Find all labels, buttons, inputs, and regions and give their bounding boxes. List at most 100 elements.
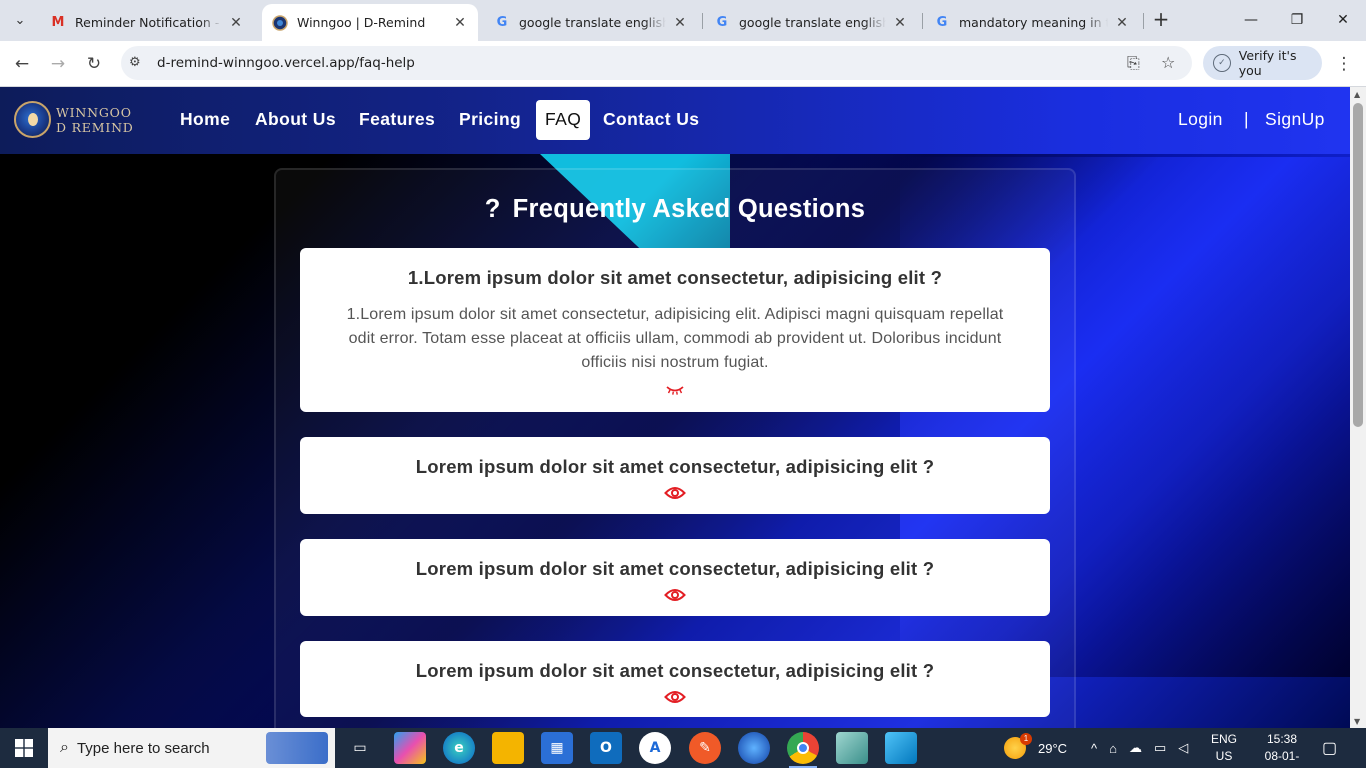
eye-icon[interactable] bbox=[664, 486, 686, 500]
scroll-down-icon[interactable]: ▼ bbox=[1354, 717, 1360, 726]
notifications-button[interactable]: ▢ bbox=[1322, 728, 1337, 768]
notepad-icon[interactable] bbox=[836, 732, 868, 764]
eye-icon[interactable] bbox=[664, 588, 686, 602]
search-icon: ⌕ bbox=[60, 739, 69, 756]
app-blue-icon[interactable] bbox=[738, 732, 770, 764]
close-icon[interactable]: ✕ bbox=[1114, 15, 1130, 31]
faq-item-2[interactable]: Lorem ipsum dolor sit amet consectetur, … bbox=[300, 437, 1050, 514]
verify-profile-button[interactable]: ✓ Verify it's you bbox=[1203, 46, 1322, 80]
google-icon: G bbox=[716, 15, 728, 30]
store-icon[interactable]: ▦ bbox=[541, 732, 573, 764]
faq-item-3[interactable]: Lorem ipsum dolor sit amet consectetur, … bbox=[300, 539, 1050, 616]
menu-button[interactable]: ⋮ bbox=[1330, 50, 1358, 78]
onedrive-icon[interactable]: ☁ bbox=[1129, 740, 1142, 756]
verify-label: Verify it's you bbox=[1238, 48, 1297, 78]
taskbar-clock[interactable]: 15:38 08-01-2025 bbox=[1252, 731, 1312, 768]
start-button[interactable] bbox=[0, 728, 48, 768]
page-scrollbar[interactable]: ▲ ▼ bbox=[1350, 87, 1366, 728]
tab-separator bbox=[1143, 13, 1144, 29]
nav-signup[interactable]: SignUp bbox=[1265, 109, 1325, 130]
faq-question: Lorem ipsum dolor sit amet consectetur, … bbox=[415, 456, 935, 477]
scroll-thumb[interactable] bbox=[1353, 103, 1363, 427]
site-navbar: WINNGOO D REMIND Home About Us Features … bbox=[0, 87, 1350, 154]
postman-icon[interactable]: ✎ bbox=[689, 732, 721, 764]
close-icon[interactable]: ✕ bbox=[452, 15, 468, 31]
eye-icon[interactable] bbox=[664, 690, 686, 704]
eye-closed-icon[interactable] bbox=[665, 383, 685, 397]
nav-faq[interactable]: FAQ bbox=[536, 100, 591, 140]
nav-login[interactable]: Login bbox=[1178, 109, 1223, 130]
search-placeholder: Type here to search bbox=[76, 739, 210, 757]
taskbar-search[interactable]: ⌕ Type here to search bbox=[48, 728, 335, 768]
nav-contact[interactable]: Contact Us bbox=[603, 109, 699, 130]
meet-now-icon[interactable]: ⌂ bbox=[1109, 741, 1117, 756]
nav-pricing[interactable]: Pricing bbox=[459, 109, 521, 130]
restore-button[interactable]: ❐ bbox=[1274, 0, 1320, 40]
globe-logo-icon bbox=[14, 101, 51, 138]
new-tab-button[interactable]: + bbox=[1150, 8, 1172, 32]
tab-title: Reminder Notification - arun bbox=[75, 15, 222, 30]
edge-icon[interactable]: e bbox=[443, 732, 475, 764]
address-bar[interactable]: ⚙ d-remind-winngoo.vercel.app/faq-help ⎘… bbox=[121, 46, 1192, 80]
network-icon[interactable]: ▭ bbox=[1154, 740, 1166, 756]
question-mark-icon: ? bbox=[484, 195, 501, 223]
faq-answer: 1.Lorem ipsum dolor sit amet consectetur… bbox=[346, 306, 1004, 371]
nav-home[interactable]: Home bbox=[180, 109, 230, 130]
tab-google-3[interactable]: G mandatory meaning in tamil ✕ bbox=[924, 4, 1140, 41]
site-logo[interactable]: WINNGOO D REMIND bbox=[14, 101, 134, 138]
reload-icon: ↻ bbox=[86, 54, 102, 74]
faq-item-4[interactable]: Lorem ipsum dolor sit amet consectetur, … bbox=[300, 641, 1050, 717]
install-app-icon[interactable]: ⎘ bbox=[1127, 53, 1140, 73]
notification-icon: ▢ bbox=[1322, 740, 1338, 757]
language-indicator[interactable]: ENG US bbox=[1209, 731, 1239, 765]
back-button[interactable]: ← bbox=[8, 50, 36, 78]
arrow-right-icon: → bbox=[50, 54, 66, 74]
chrome-icon[interactable] bbox=[787, 732, 819, 768]
minimize-button[interactable]: — bbox=[1228, 0, 1274, 40]
photos-icon[interactable] bbox=[885, 732, 917, 764]
faq-item-1[interactable]: 1.Lorem ipsum dolor sit amet consectetur… bbox=[300, 248, 1050, 412]
forward-button[interactable]: → bbox=[44, 50, 72, 78]
close-icon[interactable]: ✕ bbox=[228, 15, 244, 31]
tab-google-1[interactable]: G google translate english to t ✕ bbox=[484, 4, 698, 41]
volume-muted-icon[interactable]: ◁ bbox=[1178, 740, 1188, 756]
close-window-button[interactable]: ✕ bbox=[1320, 0, 1366, 40]
lang-line2: US bbox=[1215, 749, 1233, 763]
clock-date: 08-01-2025 bbox=[1264, 749, 1300, 768]
close-icon: ✕ bbox=[1337, 12, 1349, 28]
chrome-center-icon bbox=[797, 742, 809, 754]
reload-button[interactable]: ↻ bbox=[80, 50, 108, 78]
tab-winngoo[interactable]: Winngoo | D-Remind ✕ bbox=[262, 4, 478, 41]
close-icon[interactable]: ✕ bbox=[892, 15, 908, 31]
page-viewport: WINNGOO D REMIND Home About Us Features … bbox=[0, 87, 1350, 728]
restore-icon: ❐ bbox=[1290, 12, 1304, 28]
scroll-up-icon[interactable]: ▲ bbox=[1354, 90, 1360, 99]
nav-about[interactable]: About Us bbox=[255, 109, 336, 130]
site-settings-icon[interactable]: ⚙ bbox=[129, 55, 141, 70]
outlook-icon[interactable]: O bbox=[590, 732, 622, 764]
search-highlight-icon bbox=[266, 732, 328, 764]
system-tray: ^ ⌂ ☁ ▭ ◁ bbox=[1091, 728, 1188, 768]
close-icon[interactable]: ✕ bbox=[672, 15, 688, 31]
windows-logo-icon bbox=[15, 739, 33, 757]
weather-widget[interactable]: 1 29°C bbox=[1004, 728, 1067, 768]
nav-features[interactable]: Features bbox=[359, 109, 435, 130]
task-view-icon[interactable]: ▭ bbox=[344, 732, 376, 764]
clock-time: 15:38 bbox=[1266, 732, 1298, 746]
app-icon[interactable]: A bbox=[639, 732, 671, 764]
tab-gmail[interactable]: M Reminder Notification - arun ✕ bbox=[40, 4, 254, 41]
tab-title: mandatory meaning in tamil bbox=[959, 15, 1108, 30]
tab-google-2[interactable]: G google translate english to t ✕ bbox=[704, 4, 918, 41]
logo-line1: WINNGOO bbox=[56, 104, 132, 120]
tab-search-button[interactable]: ⌄ bbox=[6, 7, 34, 33]
chevron-up-icon[interactable]: ^ bbox=[1091, 741, 1097, 756]
lang-line1: ENG bbox=[1210, 732, 1237, 746]
faq-question: 1.Lorem ipsum dolor sit amet consectetur… bbox=[407, 267, 943, 288]
url-text: d-remind-winngoo.vercel.app/faq-help bbox=[157, 55, 415, 71]
site-icon bbox=[272, 14, 288, 31]
minimize-icon: — bbox=[1244, 12, 1258, 28]
chevron-down-icon: ⌄ bbox=[14, 12, 26, 28]
bookmark-star-icon[interactable]: ☆ bbox=[1161, 53, 1175, 72]
copilot-icon[interactable] bbox=[394, 732, 426, 764]
file-explorer-icon[interactable] bbox=[492, 732, 524, 764]
